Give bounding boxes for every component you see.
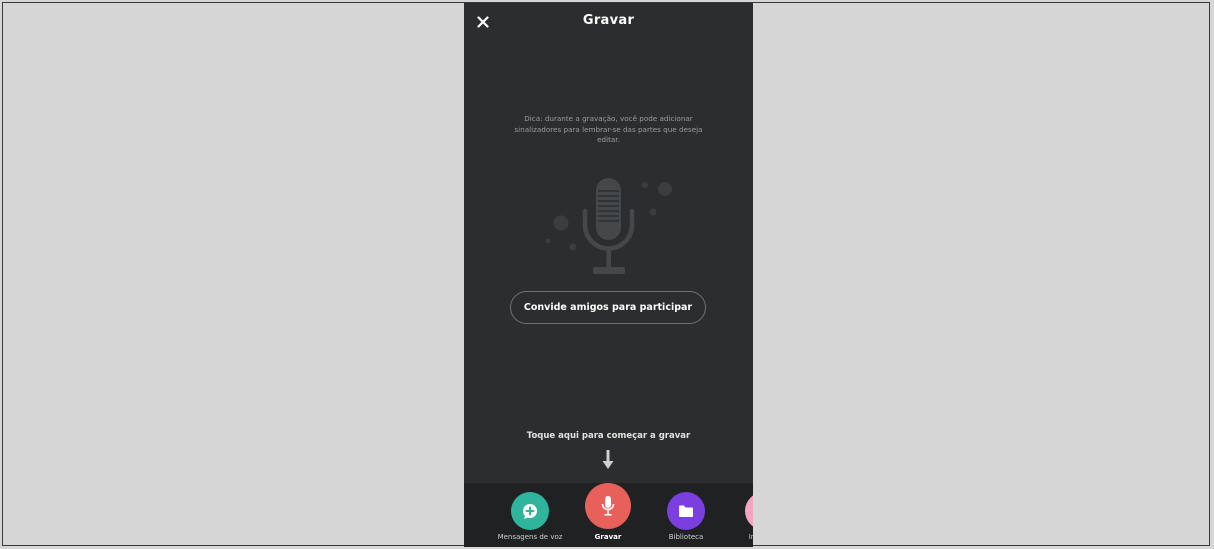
folder-icon xyxy=(679,505,693,517)
nav-icon-circle xyxy=(511,492,549,530)
page-title: Gravar xyxy=(582,13,635,28)
record-button[interactable] xyxy=(585,483,631,529)
nav-icon-circle xyxy=(667,492,705,530)
nav-item-voice-messages[interactable]: Mensagens de voz xyxy=(490,483,570,547)
interview-icon xyxy=(745,492,753,530)
recording-tip: Dica: durante a gravação, você pode adic… xyxy=(514,114,703,144)
arrow-down-icon xyxy=(602,450,614,469)
app-screen: Gravar Dica: durante a gravação, você po… xyxy=(464,3,753,547)
nav-label-interview: In xyxy=(748,533,753,541)
invite-friends-button[interactable]: Convide amigos para participar xyxy=(510,291,706,324)
nav-item-interview[interactable]: In xyxy=(724,483,753,547)
voice-message-plus-icon xyxy=(523,504,537,519)
top-bar: Gravar xyxy=(464,3,753,43)
record-hint: Toque aqui para começar a gravar xyxy=(526,431,691,441)
bottom-navigation: Mensagens de voz Gravar Biblioteca I xyxy=(464,483,753,547)
nav-item-record[interactable]: Gravar xyxy=(568,483,648,547)
microphone-icon xyxy=(545,178,672,274)
microphone-icon xyxy=(601,496,615,516)
nav-label-voice-messages: Mensagens de voz xyxy=(497,533,563,541)
nav-label-record: Gravar xyxy=(594,533,622,541)
